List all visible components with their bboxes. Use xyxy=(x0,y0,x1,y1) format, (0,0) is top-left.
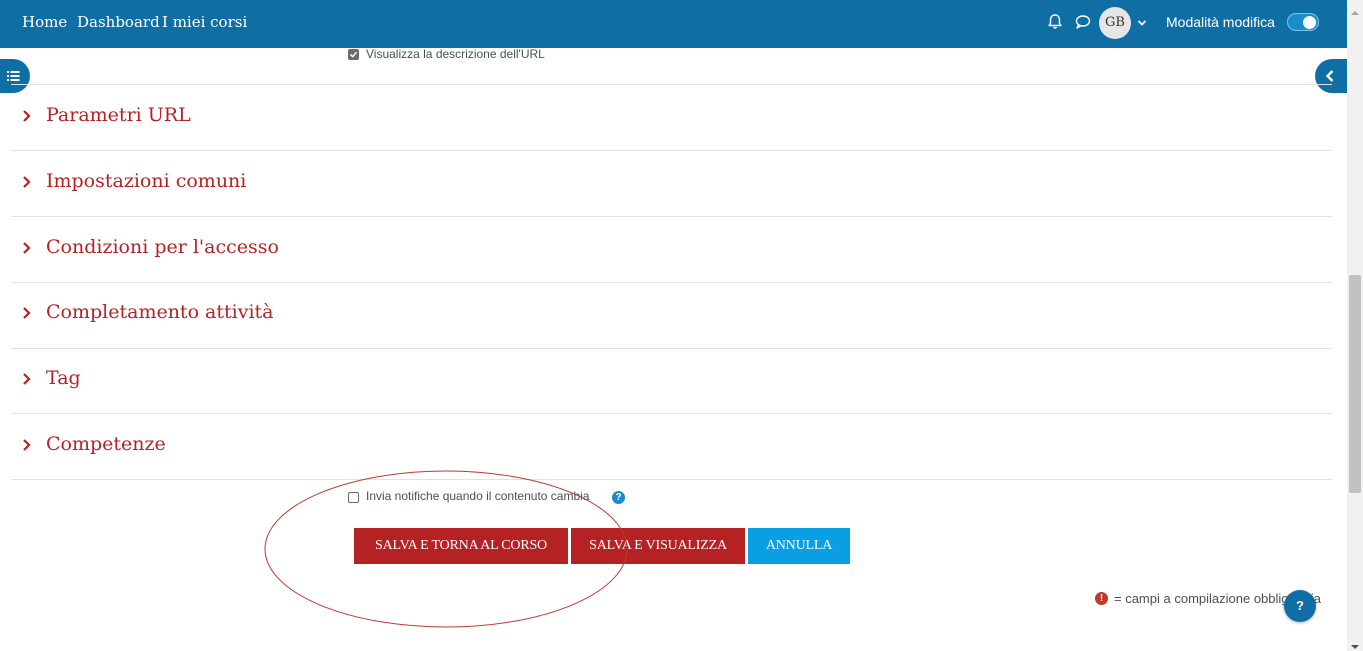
nav-link-dashboard[interactable]: Dashboard xyxy=(77,13,160,31)
section-tag[interactable]: Tag xyxy=(11,348,1332,413)
toggle-knob xyxy=(1303,16,1316,29)
nav-link-my-courses[interactable]: I miei corsi xyxy=(162,13,247,31)
scroll-down-arrow-icon[interactable] xyxy=(1351,638,1359,649)
save-and-display-button[interactable]: SALVA E VISUALIZZA xyxy=(571,528,745,564)
bell-icon[interactable] xyxy=(1046,12,1064,32)
section-title: Impostazioni comuni xyxy=(46,170,247,192)
chevron-right-icon xyxy=(21,372,33,386)
user-avatar[interactable]: GB xyxy=(1099,7,1131,39)
section-impostazioni-comuni[interactable]: Impostazioni comuni xyxy=(11,151,1332,216)
section-title: Competenze xyxy=(46,433,166,455)
section-title: Parametri URL xyxy=(46,104,191,126)
notify-changes-checkbox[interactable] xyxy=(348,492,359,503)
chevron-right-icon xyxy=(21,306,33,320)
cancel-button[interactable]: ANNULLA xyxy=(748,528,850,564)
exclamation-circle-icon: ! xyxy=(1095,592,1108,605)
chat-bubble-icon[interactable] xyxy=(1074,12,1092,32)
scrollbar-thumb[interactable] xyxy=(1349,275,1361,493)
section-parametri-url[interactable]: Parametri URL xyxy=(11,85,1332,150)
section-completamento-attivita[interactable]: Completamento attività xyxy=(11,282,1332,347)
section-title: Completamento attività xyxy=(46,301,274,323)
edit-mode-toggle[interactable] xyxy=(1287,13,1319,31)
section-title: Tag xyxy=(46,367,81,389)
chevron-right-icon xyxy=(21,109,33,123)
section-condizioni-accesso[interactable]: Condizioni per l'accesso xyxy=(11,217,1332,282)
section-title: Condizioni per l'accesso xyxy=(46,236,279,258)
chevron-right-icon xyxy=(21,175,33,189)
section-competenze[interactable]: Competenze xyxy=(11,414,1332,479)
question-circle-icon[interactable]: ? xyxy=(612,491,625,504)
show-url-description-label: Visualizza la descrizione dell'URL xyxy=(366,47,545,61)
edit-mode-label: Modalità modifica xyxy=(1166,14,1275,30)
scroll-up-arrow-icon[interactable] xyxy=(1351,4,1359,15)
chevron-right-icon xyxy=(21,241,33,255)
notify-changes-label: Invia notifiche quando il contenuto camb… xyxy=(366,489,590,503)
help-button[interactable]: ? xyxy=(1284,590,1316,622)
save-and-return-button[interactable]: SALVA E TORNA AL CORSO xyxy=(354,528,568,564)
chevron-right-icon xyxy=(21,438,33,452)
show-url-description-checkbox[interactable] xyxy=(348,49,359,60)
top-navbar: Home Dashboard I miei corsi GB Modalità … xyxy=(0,0,1347,48)
divider xyxy=(11,479,1332,480)
chevron-down-icon[interactable] xyxy=(1136,16,1148,28)
nav-link-home[interactable]: Home xyxy=(22,13,67,31)
